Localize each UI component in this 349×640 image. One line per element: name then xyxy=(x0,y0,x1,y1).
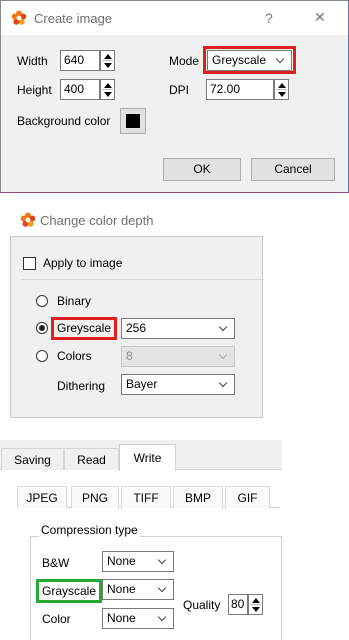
close-button[interactable]: ✕ xyxy=(314,9,326,26)
grayscale-label: Grayscale xyxy=(42,584,97,598)
tab-jpeg[interactable]: JPEG xyxy=(17,486,67,508)
height-spinner[interactable] xyxy=(100,79,115,100)
cancel-button[interactable]: Cancel xyxy=(251,158,335,181)
background-color-label: Background color xyxy=(17,114,111,128)
height-input[interactable]: 400 xyxy=(60,79,100,100)
compression-type-label: Compression type xyxy=(39,523,140,537)
dpi-spinner[interactable] xyxy=(274,79,289,100)
quality-label: Quality xyxy=(183,598,221,612)
chevron-down-icon xyxy=(218,378,228,388)
save-settings-panel: Saving Read Write JPEG PNG TIFF BMP GIF … xyxy=(0,440,349,640)
colors-label: Colors xyxy=(57,349,92,363)
color-label: Color xyxy=(42,612,71,626)
dpi-input[interactable]: 72.00 xyxy=(206,79,274,100)
app-logo-icon xyxy=(20,212,36,227)
chevron-down-icon xyxy=(157,555,167,565)
tab-bmp[interactable]: BMP xyxy=(173,486,223,508)
greyscale-radio[interactable] xyxy=(36,322,48,334)
colors-radio[interactable] xyxy=(36,350,48,362)
ok-button[interactable]: OK xyxy=(163,158,241,181)
binary-label: Binary xyxy=(57,294,92,308)
greyscale-levels-select[interactable]: 256 xyxy=(121,318,235,339)
height-label: Height xyxy=(17,83,52,97)
colors-select-value: 8 xyxy=(126,349,133,363)
mode-select[interactable]: Greyscale xyxy=(207,50,292,71)
chevron-down-icon xyxy=(157,583,167,593)
mode-select-value: Greyscale xyxy=(212,53,267,67)
chevron-down-icon xyxy=(218,350,228,360)
background-color-button[interactable] xyxy=(120,108,146,134)
tab-saving[interactable]: Saving xyxy=(1,448,64,470)
tab-png[interactable]: PNG xyxy=(71,486,119,508)
tab-write[interactable]: Write xyxy=(119,444,176,471)
title-bar: Create image ? ✕ xyxy=(1,1,348,35)
color-swatch xyxy=(126,114,140,128)
change-depth-title-bar: Change color depth xyxy=(0,207,300,235)
width-label: Width xyxy=(17,54,48,68)
dithering-select-value: Bayer xyxy=(126,377,158,391)
width-spinner[interactable] xyxy=(100,50,115,71)
apply-to-image-label: Apply to image xyxy=(43,256,123,270)
quality-spinner[interactable] xyxy=(248,594,263,615)
width-input[interactable]: 640 xyxy=(60,50,100,71)
bw-compression-select[interactable]: None xyxy=(102,551,174,572)
tab-read[interactable]: Read xyxy=(64,448,119,470)
dithering-label: Dithering xyxy=(57,379,106,393)
grayscale-compression-select[interactable]: None xyxy=(102,579,174,600)
chevron-down-icon xyxy=(275,54,285,64)
greyscale-levels-value: 256 xyxy=(126,321,147,335)
chevron-down-icon xyxy=(157,612,167,622)
bw-label: B&W xyxy=(42,556,70,570)
dpi-label: DPI xyxy=(169,83,190,97)
bw-compression-value: None xyxy=(107,554,136,568)
colors-select: 8 xyxy=(121,346,235,367)
create-image-dialog: Create image ? ✕ Width 640 Height 400 Mo… xyxy=(0,0,349,193)
tab-gif[interactable]: GIF xyxy=(225,486,270,508)
greyscale-label: Greyscale xyxy=(57,321,112,335)
dialog-title: Create image xyxy=(34,11,113,26)
dialog-title: Change color depth xyxy=(40,213,154,228)
apply-to-image-checkbox[interactable] xyxy=(23,257,36,270)
color-compression-value: None xyxy=(107,611,136,625)
mode-label: Mode xyxy=(169,54,200,68)
change-depth-dialog: Apply to image Binary Greyscale 256 Colo… xyxy=(10,236,264,418)
binary-radio[interactable] xyxy=(36,295,48,307)
help-button[interactable]: ? xyxy=(265,10,273,26)
divider xyxy=(21,279,264,280)
tab-tiff[interactable]: TIFF xyxy=(121,486,171,508)
color-compression-select[interactable]: None xyxy=(102,608,174,629)
chevron-down-icon xyxy=(218,322,228,332)
dithering-select[interactable]: Bayer xyxy=(121,374,235,395)
app-logo-icon xyxy=(11,10,27,25)
quality-input[interactable]: 80 xyxy=(228,594,248,615)
grayscale-compression-value: None xyxy=(107,582,136,596)
